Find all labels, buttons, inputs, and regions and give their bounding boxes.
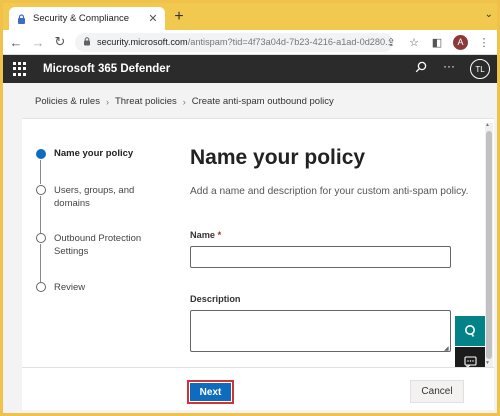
share-icon[interactable]: ⇪ bbox=[384, 33, 398, 51]
step-connector bbox=[40, 160, 41, 184]
browser-menu-icon[interactable]: ⋮ bbox=[477, 33, 491, 51]
scroll-down-icon[interactable]: ▼ bbox=[485, 360, 490, 366]
window-controls-icon[interactable]: ⌄ bbox=[485, 9, 493, 20]
step-indicator bbox=[36, 233, 46, 243]
more-options-icon[interactable]: ··· bbox=[443, 59, 455, 73]
chevron-right-icon: › bbox=[105, 96, 109, 107]
address-lock-icon bbox=[83, 36, 91, 48]
forward-icon[interactable]: → bbox=[29, 33, 47, 51]
name-field-label: Name * bbox=[190, 230, 221, 240]
url-path: /antispam?tid=4f73a04d-7b23-4216-a1ad-0d… bbox=[187, 37, 393, 47]
address-bar[interactable]: security.microsoft.com/antispam?tid=4f73… bbox=[75, 32, 393, 52]
tab-close-icon[interactable]: ✕ bbox=[147, 12, 159, 25]
breadcrumb-policies-rules[interactable]: Policies & rules bbox=[35, 96, 100, 107]
step-connector bbox=[40, 196, 41, 233]
next-button[interactable]: Next bbox=[187, 380, 234, 404]
name-label-text: Name bbox=[190, 230, 216, 240]
step-label-name-policy[interactable]: Name your policy bbox=[54, 148, 133, 161]
back-icon[interactable]: ← bbox=[7, 33, 25, 51]
breadcrumb: Policies & rules › Threat policies › Cre… bbox=[35, 96, 334, 107]
name-input[interactable] bbox=[190, 246, 451, 268]
breadcrumb-current: Create anti-spam outbound policy bbox=[191, 96, 334, 107]
profile-avatar[interactable]: A bbox=[453, 34, 468, 50]
browser-tab[interactable]: Security & Compliance ✕ bbox=[9, 7, 165, 30]
breadcrumb-threat-policies[interactable]: Threat policies bbox=[115, 96, 177, 107]
search-icon[interactable] bbox=[415, 61, 429, 75]
help-assistant-icon[interactable] bbox=[455, 316, 485, 346]
page-description: Add a name and description for your cust… bbox=[190, 186, 469, 197]
reload-icon[interactable]: ↻ bbox=[51, 33, 69, 51]
tab-title: Security & Compliance bbox=[33, 13, 130, 24]
step-label-users-groups[interactable]: Users, groups, and domains bbox=[54, 185, 144, 210]
step-connector bbox=[40, 244, 41, 282]
side-panel-icon[interactable]: ◧ bbox=[430, 33, 444, 51]
new-tab-icon[interactable]: + bbox=[171, 9, 187, 25]
scroll-up-icon[interactable]: ▲ bbox=[485, 122, 490, 128]
chevron-right-icon: › bbox=[182, 96, 186, 107]
cancel-button[interactable]: Cancel bbox=[410, 380, 464, 403]
step-indicator-active bbox=[36, 149, 46, 159]
security-lock-icon bbox=[15, 13, 27, 25]
user-avatar[interactable]: TL bbox=[470, 59, 490, 79]
toolbar-actions: ⇪ ☆ ◧ A ⋮ bbox=[384, 33, 491, 51]
page-title: Name your policy bbox=[190, 146, 366, 169]
description-input[interactable] bbox=[190, 310, 451, 352]
required-marker: * bbox=[217, 230, 222, 240]
step-label-review[interactable]: Review bbox=[54, 282, 85, 295]
app-header: Microsoft 365 Defender ··· TL bbox=[3, 55, 497, 83]
step-label-outbound-protection[interactable]: Outbound Protection Settings bbox=[54, 233, 144, 258]
app-title: Microsoft 365 Defender bbox=[43, 63, 171, 75]
scrollbar-thumb[interactable] bbox=[486, 131, 492, 359]
step-indicator bbox=[36, 185, 46, 195]
description-field-label: Description bbox=[190, 294, 241, 304]
step-indicator bbox=[36, 282, 46, 292]
tab-strip: Security & Compliance ✕ + ⌄ bbox=[3, 3, 497, 30]
resize-handle-icon[interactable]: ◢ bbox=[444, 345, 449, 352]
url-host: security.microsoft.com bbox=[97, 37, 188, 47]
browser-toolbar: ← → ↻ security.microsoft.com/antispam?ti… bbox=[3, 30, 497, 55]
bookmark-star-icon[interactable]: ☆ bbox=[407, 33, 421, 51]
app-launcher-icon[interactable] bbox=[13, 62, 27, 76]
